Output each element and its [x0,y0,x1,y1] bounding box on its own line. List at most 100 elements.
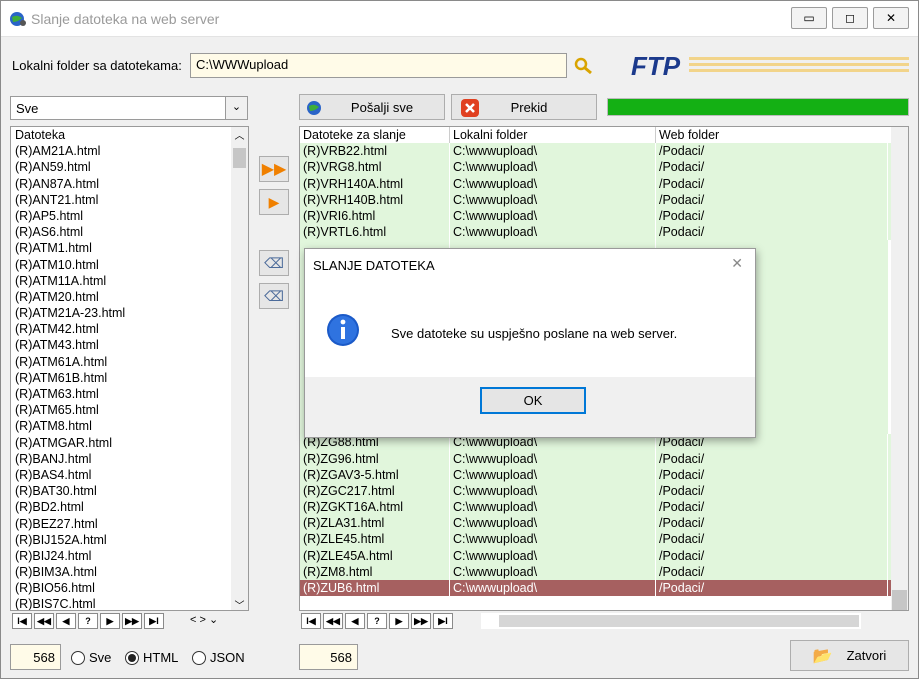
list-item[interactable]: (R)ANT21.html [11,192,248,208]
prev-page-button[interactable]: ◀◀ [323,613,343,629]
chevron-down-icon[interactable]: ⌄ [225,97,247,119]
list-item[interactable]: (R)ATM21A-23.html [11,305,248,321]
table-cell: C:\wwwupload\ [450,143,656,160]
list-item[interactable]: (R)ATMGAR.html [11,435,248,451]
table-row[interactable]: (R)ZLE45A.html C:\wwwupload\/Podaci/ [300,547,908,564]
list-item[interactable]: (R)ATM1.html [11,240,248,256]
list-item[interactable]: (R)BAT30.html [11,483,248,499]
list-item[interactable]: (R)ATM20.html [11,289,248,305]
list-item[interactable]: (R)BIJ152A.html [11,532,248,548]
abort-button[interactable]: Prekid [451,94,597,120]
help-button[interactable]: ? [367,613,387,629]
file-list[interactable]: Datoteka (R)AM21A.html (R)AN59.html (R)AN8… [10,126,249,611]
prev-record-button[interactable]: ◀ [345,613,365,629]
next-record-button[interactable]: ▶ [389,613,409,629]
list-item[interactable]: (R)ATM63.html [11,386,248,402]
clear-selected-button[interactable]: ⌫ [259,283,289,309]
table-row[interactable]: (R)VRH140A.html C:\wwwupload\/Podaci/ [300,175,908,192]
close-label: Zatvori [846,648,887,663]
table-row[interactable]: (R)VRG8.html C:\wwwupload\/Podaci/ [300,159,908,176]
main-window: Slanje datoteka na web server ▭ ◻ ✕ Loka… [0,0,919,679]
first-record-button[interactable]: I◀ [12,613,32,629]
table-row[interactable]: (R)ZLA31.html C:\wwwupload\/Podaci/ [300,515,908,532]
globe-icon [10,12,26,26]
clear-all-button[interactable]: ⌫ [259,250,289,276]
dialog-close-icon[interactable]: ✕ [731,255,743,272]
list-item[interactable]: (R)BANJ.html [11,451,248,467]
table-row[interactable]: (R)ZM8.html C:\wwwupload\/Podaci/ [300,563,908,580]
table-cell: (R)ZLA31.html [300,515,450,532]
grid-hscrollbar[interactable] [481,613,861,629]
radio-html[interactable]: HTML [125,650,178,665]
last-record-button[interactable]: ▶I [433,613,453,629]
list-item[interactable]: (R)ATM11A.html [11,273,248,289]
radio-json-label: JSON [210,650,245,665]
table-row[interactable]: (R)ZGKT16A.html C:\wwwupload\/Podaci/ [300,499,908,516]
radio-json[interactable]: JSON [192,650,245,665]
table-row[interactable]: (R)ZLE45.html C:\wwwupload\/Podaci/ [300,531,908,548]
eraser-icon: ⌫ [264,287,284,304]
list-item[interactable]: (R)BIM3A.html [11,564,248,580]
progress-fill [608,99,908,115]
ok-button[interactable]: OK [480,387,586,414]
list-item[interactable]: (R)AS6.html [11,224,248,240]
next-record-button[interactable]: ▶ [100,613,120,629]
filter-selected: Sve [16,101,39,116]
table-row[interactable]: (R)VRI6.html C:\wwwupload\/Podaci/ [300,207,908,225]
list-item[interactable]: (R)BIS7C.html [11,596,248,610]
window-title: Slanje datoteka na web server [31,11,220,27]
list-item[interactable]: (R)ATM8.html [11,418,248,434]
scrollbar[interactable]: ︿ ﹀ [231,127,248,610]
list-item[interactable]: (R)AP5.html [11,208,248,224]
table-row[interactable]: (R)VRH140B.html C:\wwwupload\/Podaci/ [300,191,908,208]
help-button[interactable]: ? [78,613,98,629]
close-window-button[interactable]: ✕ [873,7,909,29]
add-all-button[interactable]: ▶▶ [259,156,289,182]
list-item[interactable]: (R)ATM61B.html [11,370,248,386]
grid-header-web: Web folder [656,127,888,144]
next-page-button[interactable]: ▶▶ [411,613,431,629]
prev-record-button[interactable]: ◀ [56,613,76,629]
list-item[interactable]: (R)ATM43.html [11,337,248,353]
table-cell: (R)ZLE45A.html [300,547,450,564]
prev-page-button[interactable]: ◀◀ [34,613,54,629]
table-row[interactable]: (R)ZUB6.html C:\wwwupload\/Podaci/ [300,580,908,597]
list-item[interactable]: (R)ATM42.html [11,321,248,337]
hscroll-arrows[interactable]: < > ⌄ [190,613,218,629]
close-button[interactable]: 📂 Zatvori [790,640,909,671]
list-item[interactable]: (R)BD2.html [11,499,248,515]
list-item[interactable]: (R)ATM65.html [11,402,248,418]
table-row[interactable]: (R)ZGC217.html C:\wwwupload\/Podaci/ [300,482,908,500]
list-item[interactable]: (R)AM21A.html [11,143,248,159]
radio-all-label: Sve [89,650,112,665]
table-cell: (R)VRB22.html [300,143,450,160]
list-item[interactable]: (R)BIO56.html [11,580,248,596]
grid-scrollbar[interactable] [891,127,908,610]
list-item[interactable]: (R)BEZ27.html [11,516,248,532]
add-selected-button[interactable]: ▶ [259,189,289,215]
radio-all[interactable]: Sve [71,650,111,665]
list-item[interactable]: (R)AN59.html [11,159,248,175]
search-folder-icon[interactable] [573,56,593,76]
table-cell: (R)ZLE45.html [300,531,450,548]
last-record-button[interactable]: ▶I [144,613,164,629]
folder-input[interactable]: C:\WWWupload [190,53,567,78]
list-item[interactable]: (R)AN87A.html [11,176,248,192]
table-cell: (R)ZGKT16A.html [300,499,450,516]
list-item[interactable]: (R)ATM10.html [11,257,248,273]
list-item[interactable]: (R)BIJ24.html [11,548,248,564]
send-all-button[interactable]: Pošalji sve [299,94,445,120]
maximize-button[interactable]: ◻ [832,7,868,29]
filter-dropdown[interactable]: Sve ⌄ [10,96,248,120]
table-cell: /Podaci/ [656,143,888,160]
table-row[interactable]: (R)VRB22.html C:\wwwupload\/Podaci/ [300,143,908,160]
list-item[interactable]: (R)ATM61A.html [11,354,248,370]
progress-bar [607,98,909,116]
minimize-button[interactable]: ▭ [791,7,827,29]
table-row[interactable]: (R)VRTL6.html C:\wwwupload\/Podaci/ [300,224,908,241]
list-item[interactable]: (R)BAS4.html [11,467,248,483]
first-record-button[interactable]: I◀ [301,613,321,629]
table-row[interactable]: (R)ZGAV3-5.html C:\wwwupload\/Podaci/ [300,466,908,483]
table-row[interactable]: (R)ZG96.html C:\wwwupload\/Podaci/ [300,450,908,467]
next-page-button[interactable]: ▶▶ [122,613,142,629]
